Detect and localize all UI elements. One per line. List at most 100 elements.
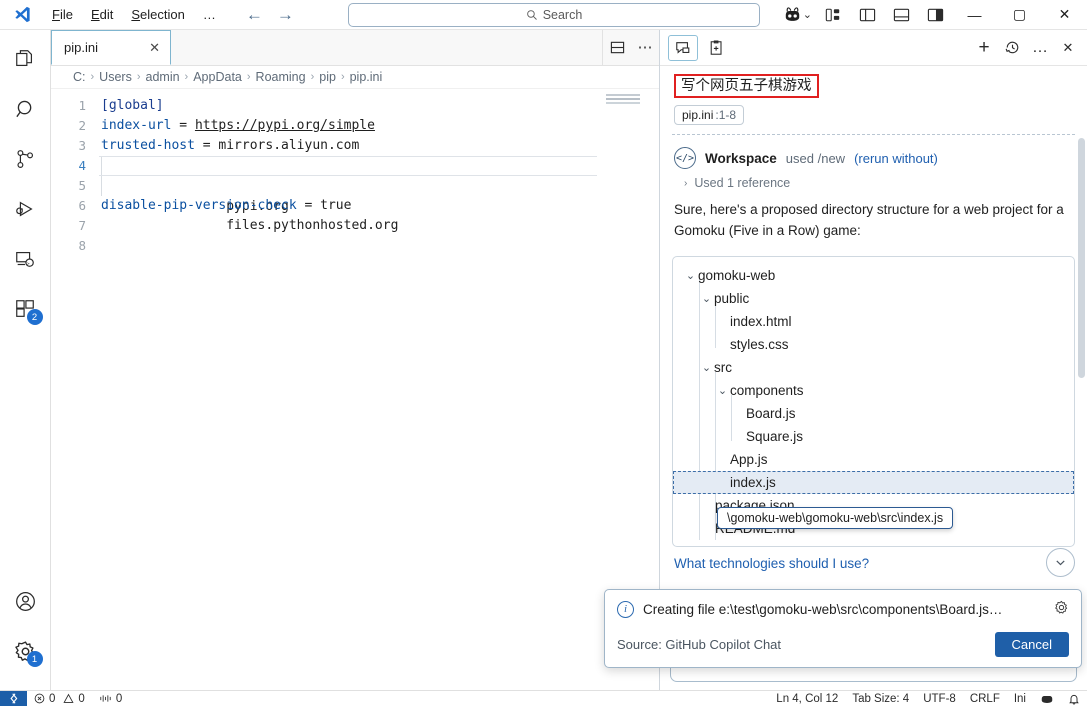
warning-count: 0 xyxy=(78,692,85,705)
code-line-5: files.pythonhosted.org xyxy=(99,176,597,233)
tree-item-components[interactable]: ⌄ components xyxy=(673,379,1074,402)
chat-scrollbar-thumb[interactable] xyxy=(1078,138,1085,378)
activity-bar: >_ 2 1 xyxy=(0,30,51,690)
sidebar-item-source-control[interactable] xyxy=(0,134,51,184)
remote-indicator-icon[interactable] xyxy=(0,691,27,706)
code-link[interactable]: https://pypi.org/simple xyxy=(195,118,375,133)
window-minimize-button[interactable]: — xyxy=(952,0,997,30)
chat-close-icon[interactable]: ✕ xyxy=(1055,35,1081,61)
line-number: 5 xyxy=(78,178,86,193)
breadcrumb-item-4[interactable]: Roaming xyxy=(256,70,306,84)
line-number: 3 xyxy=(78,138,86,153)
window-close-button[interactable]: ✕ xyxy=(1042,0,1087,30)
code-token: [global] xyxy=(101,98,164,113)
code-lines[interactable]: [global] index-url = https://pypi.org/si… xyxy=(99,89,597,690)
code-token: = xyxy=(171,118,195,133)
agent-header: </> Workspace used /new (rerun without) xyxy=(660,135,1087,170)
indent-guide xyxy=(101,176,102,196)
breadcrumb-separator: › xyxy=(310,71,315,83)
tree-item-label: App.js xyxy=(730,451,768,467)
close-icon[interactable]: ✕ xyxy=(149,40,160,56)
history-icon[interactable] xyxy=(999,35,1025,61)
chevron-down-icon[interactable]: ⌄ xyxy=(699,292,714,305)
status-indentation[interactable]: Tab Size: 4 xyxy=(845,693,916,705)
code-editor[interactable]: 1 2 3 4 5 6 7 8 [global] index-url = htt… xyxy=(51,89,659,690)
panel-right-icon[interactable] xyxy=(918,0,952,30)
sidebar-item-explorer[interactable] xyxy=(0,34,51,84)
code-line-2: index-url = https://pypi.org/simple xyxy=(99,116,597,136)
chevron-down-icon[interactable]: ⌄ xyxy=(683,269,698,282)
breadcrumb-item-3[interactable]: AppData xyxy=(193,70,242,84)
command-center-search[interactable]: Search xyxy=(348,3,760,27)
panel-bottom-icon[interactable] xyxy=(884,0,918,30)
sidebar-item-accounts[interactable] xyxy=(0,576,51,626)
tree-item-board-js[interactable]: Board.js xyxy=(673,402,1074,425)
tab-pip-ini[interactable]: pip.ini ✕ xyxy=(51,30,171,65)
sidebar-item-extensions[interactable]: 2 xyxy=(0,284,51,334)
menu-selection[interactable]: Selection xyxy=(123,4,192,25)
user-message-text: 写个网页五子棋游戏 xyxy=(674,74,819,99)
menu-more[interactable]: … xyxy=(195,4,224,25)
chat-scrollbar[interactable] xyxy=(1077,138,1086,580)
tree-item-index-html[interactable]: index.html xyxy=(673,310,1074,333)
tree-item-public[interactable]: ⌄ public xyxy=(673,287,1074,310)
tree-item-gomoku-web[interactable]: ⌄ gomoku-web xyxy=(673,264,1074,287)
chevron-down-icon[interactable]: ⌄ xyxy=(715,384,730,397)
status-problems[interactable]: 0 0 xyxy=(27,693,92,705)
breadcrumb-item-2[interactable]: admin xyxy=(146,70,180,84)
user-message: 写个网页五子棋游戏 xyxy=(660,66,1087,99)
status-copilot[interactable] xyxy=(1033,693,1061,704)
context-chip-pip-ini[interactable]: pip.ini:1-8 xyxy=(674,105,745,126)
sidebar-item-run-and-debug[interactable] xyxy=(0,184,51,234)
status-notifications[interactable] xyxy=(1061,693,1087,705)
menu-file[interactable]: File xyxy=(44,4,81,25)
scroll-to-bottom-button[interactable] xyxy=(1046,548,1075,577)
rerun-without-link[interactable]: (rerun without) xyxy=(854,151,938,166)
chat-more-actions-icon[interactable]: … xyxy=(1027,35,1053,61)
tree-item-src[interactable]: ⌄ src xyxy=(673,356,1074,379)
split-editor-icon[interactable] xyxy=(603,30,631,65)
sidebar-item-search[interactable] xyxy=(0,84,51,134)
breadcrumb-item-5[interactable]: pip xyxy=(319,70,336,84)
context-chip-range: :1-8 xyxy=(715,108,737,123)
tree-item-app-js[interactable]: App.js xyxy=(673,448,1074,471)
context-chip-file: pip.ini xyxy=(682,108,714,123)
breadcrumb-item-0[interactable]: C: xyxy=(73,70,86,84)
search-icon xyxy=(15,100,31,117)
status-cursor-position[interactable]: Ln 4, Col 12 xyxy=(769,693,845,705)
go-forward-icon[interactable]: → xyxy=(277,6,294,23)
sidebar-item-remote-explorer[interactable]: >_ xyxy=(0,234,51,284)
chat-icon[interactable] xyxy=(668,34,698,61)
chevron-down-icon[interactable]: ⌄ xyxy=(803,8,812,21)
window-maximize-button[interactable]: ▢ xyxy=(997,0,1042,30)
status-language-mode[interactable]: Ini xyxy=(1007,693,1033,705)
notification-main-row: i Creating file e:\test\gomoku-web\src\c… xyxy=(617,600,1069,618)
new-chat-button[interactable]: + xyxy=(971,35,997,61)
status-eol[interactable]: CRLF xyxy=(963,693,1007,705)
line-number: 1 xyxy=(78,98,86,113)
followup-suggestion[interactable]: What technologies should I use? xyxy=(660,547,1087,571)
status-bar-right: Ln 4, Col 12 Tab Size: 4 UTF-8 CRLF Ini xyxy=(769,693,1087,705)
used-references-toggle[interactable]: › Used 1 reference xyxy=(660,169,1087,190)
ellipsis-icon[interactable]: ⋯ xyxy=(631,30,659,65)
new-edit-session-icon[interactable] xyxy=(702,35,732,61)
tree-item-styles-css[interactable]: styles.css xyxy=(673,333,1074,356)
gear-icon[interactable] xyxy=(1054,600,1069,618)
cancel-button[interactable]: Cancel xyxy=(994,632,1069,657)
copilot-menu-group[interactable]: ⌄ xyxy=(776,0,816,30)
sidebar-item-manage-settings[interactable]: 1 xyxy=(0,626,51,676)
path-tooltip: \gomoku-web\gomoku-web\src\index.js xyxy=(717,507,954,529)
tree-item-index-js[interactable]: index.js xyxy=(673,470,1074,494)
panel-left-icon[interactable] xyxy=(850,0,884,30)
layout-customize-icon[interactable] xyxy=(816,0,850,30)
status-encoding[interactable]: UTF-8 xyxy=(916,693,963,705)
chevron-down-icon[interactable]: ⌄ xyxy=(699,361,714,374)
breadcrumb-item-1[interactable]: Users xyxy=(99,70,132,84)
tree-item-square-js[interactable]: Square.js xyxy=(673,425,1074,448)
tree-item-label: public xyxy=(714,290,750,306)
breadcrumb-item-6[interactable]: pip.ini xyxy=(350,70,383,84)
menu-edit[interactable]: Edit xyxy=(83,4,121,25)
go-back-icon[interactable]: ← xyxy=(246,6,263,23)
files-icon xyxy=(16,50,33,67)
status-ports[interactable]: 0 xyxy=(92,693,129,705)
